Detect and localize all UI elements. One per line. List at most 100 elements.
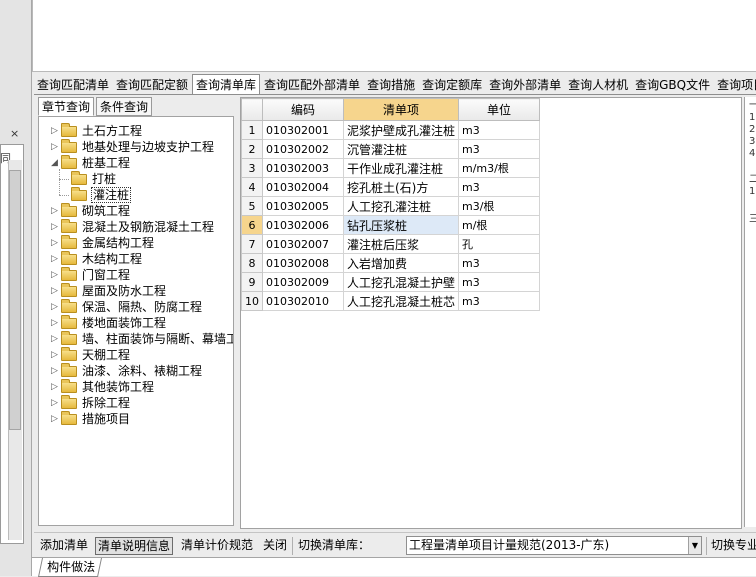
table-row[interactable]: 1 010302001 泥浆护壁成孔灌注桩 m3 <box>241 120 541 140</box>
unit-cell[interactable]: m/根 <box>458 215 541 235</box>
expand-arrow-icon[interactable]: ▷ <box>51 123 60 139</box>
left-panel-scroll-thumb[interactable] <box>9 170 21 430</box>
expand-arrow-icon[interactable]: ▷ <box>51 219 60 235</box>
tree-node-label: 保温、隔热、防腐工程 <box>82 300 203 314</box>
tree-node-label: 木结构工程 <box>82 252 143 266</box>
query-tab[interactable]: 查询外部清单 <box>486 75 564 95</box>
name-cell[interactable]: 泥浆护壁成孔灌注桩 <box>342 120 460 140</box>
tree-node-label: 拆除工程 <box>82 396 131 410</box>
unit-cell[interactable]: m3 <box>458 120 541 140</box>
row-number-cell[interactable]: 6 <box>241 215 263 235</box>
unit-cell[interactable]: m3 <box>458 272 541 292</box>
expand-arrow-icon[interactable]: ▷ <box>51 203 60 219</box>
row-number-cell[interactable]: 4 <box>241 177 263 197</box>
name-column-header[interactable]: 清单项 <box>342 98 460 121</box>
query-tab[interactable]: 查询匹配外部清单 <box>261 75 363 95</box>
close-icon[interactable]: × <box>10 127 19 140</box>
unit-column-header[interactable]: 单位 <box>458 98 541 121</box>
query-tab[interactable]: 查询定额库 <box>419 75 485 95</box>
tab-component-method[interactable]: 构件做法 <box>37 558 103 577</box>
folder-icon <box>61 251 77 265</box>
code-cell[interactable]: 010302006 <box>262 215 344 235</box>
expand-arrow-icon[interactable]: ▷ <box>51 395 60 411</box>
query-tab[interactable]: 查询GBQ文件 <box>632 75 713 95</box>
table-row[interactable]: 5 010302005 人工挖孔灌注桩 m3/根 <box>241 196 541 216</box>
table-row[interactable]: 10 010302010 人工挖孔混凝土桩芯 m3 <box>241 291 541 311</box>
unit-cell[interactable]: m/m3/根 <box>458 158 541 178</box>
tab-component-method-label: 构件做法 <box>47 560 96 574</box>
expand-arrow-icon[interactable]: ▷ <box>51 251 60 267</box>
expand-arrow-icon[interactable]: ▷ <box>51 235 60 251</box>
tab-chapter-search[interactable]: 章节查询 <box>38 97 95 116</box>
name-cell[interactable]: 入岩增加费 <box>342 253 460 273</box>
code-cell[interactable]: 010302001 <box>262 120 344 140</box>
name-cell[interactable]: 人工挖孔混凝土护壁 <box>342 272 460 292</box>
tree-node-label: 油漆、涂料、裱糊工程 <box>82 364 203 378</box>
unit-cell[interactable]: m3 <box>458 177 541 197</box>
code-column-header[interactable]: 编码 <box>262 98 344 121</box>
code-cell[interactable]: 010302003 <box>262 158 344 178</box>
expand-arrow-icon[interactable]: ▷ <box>51 411 60 427</box>
expand-arrow-icon[interactable]: ▷ <box>51 283 60 299</box>
folder-icon <box>61 123 77 137</box>
code-cell[interactable]: 010302007 <box>262 234 344 254</box>
expand-arrow-icon[interactable]: ▷ <box>51 347 60 363</box>
code-cell[interactable]: 010302002 <box>262 139 344 159</box>
table-row[interactable]: 6 010302006 钻孔压浆桩 m/根 <box>241 215 541 235</box>
code-cell[interactable]: 010302009 <box>262 272 344 292</box>
table-row[interactable]: 2 010302002 沉管灌注桩 m3 <box>241 139 541 159</box>
unit-cell[interactable]: m3 <box>458 139 541 159</box>
name-cell[interactable]: 干作业成孔灌注桩 <box>342 158 460 178</box>
table-row[interactable]: 8 010302008 入岩增加费 m3 <box>241 253 541 273</box>
tree-node-label: 屋面及防水工程 <box>82 284 167 298</box>
expand-arrow-icon[interactable]: ▷ <box>51 315 60 331</box>
pricing-spec-button[interactable]: 清单计价规范 <box>181 537 253 555</box>
table-row[interactable]: 7 010302007 灌注桩后压浆孔 <box>241 234 541 254</box>
unit-cell[interactable]: m3 <box>458 291 541 311</box>
query-tab[interactable]: 查询项目特 <box>714 75 756 95</box>
row-number-cell[interactable]: 10 <box>241 291 263 311</box>
expand-arrow-icon[interactable]: ▷ <box>51 299 60 315</box>
row-number-cell[interactable]: 7 <box>241 234 263 254</box>
expand-arrow-icon[interactable]: ▷ <box>51 331 60 347</box>
code-cell[interactable]: 010302005 <box>262 196 344 216</box>
name-cell[interactable]: 挖孔桩土(石)方 <box>342 177 460 197</box>
tab-condition-search[interactable]: 条件查询 <box>96 97 153 116</box>
name-cell[interactable]: 钻孔压浆桩 <box>342 215 460 235</box>
chevron-down-icon[interactable]: ▼ <box>688 537 701 554</box>
code-cell[interactable]: 010302008 <box>262 253 344 273</box>
name-cell[interactable]: 人工挖孔灌注桩 <box>342 196 460 216</box>
expand-arrow-icon[interactable]: ▷ <box>51 267 60 283</box>
bill-item-grid: 编码 清单项 单位 1 010302001 泥浆护壁成孔灌注桩 m3 2 01030200… <box>240 97 742 529</box>
row-number-cell[interactable]: 5 <box>241 196 263 216</box>
row-number-cell[interactable]: 2 <box>241 139 263 159</box>
table-row[interactable]: 4 010302004 挖孔桩土(石)方 m3 <box>241 177 541 197</box>
table-row[interactable]: 3 010302003 干作业成孔灌注桩 m/m3/根 <box>241 158 541 178</box>
query-tab[interactable]: 查询清单库 <box>192 74 261 95</box>
bill-info-button[interactable]: 清单说明信息 <box>95 537 174 555</box>
row-number-cell[interactable]: 3 <box>241 158 263 178</box>
query-tab[interactable]: 查询匹配定额 <box>113 75 191 95</box>
code-cell[interactable]: 010302010 <box>262 291 344 311</box>
name-cell[interactable]: 沉管灌注桩 <box>342 139 460 159</box>
expand-arrow-icon[interactable]: ▷ <box>51 139 60 155</box>
code-cell[interactable]: 010302004 <box>262 177 344 197</box>
unit-cell[interactable]: m3 <box>458 253 541 273</box>
close-button[interactable]: 关闭 <box>263 537 287 555</box>
library-select[interactable]: 工程量清单项目计量规范(2013-广东) ▼ <box>406 536 702 555</box>
unit-cell[interactable]: 孔 <box>458 234 541 254</box>
table-row[interactable]: 9 010302009 人工挖孔混凝土护壁 m3 <box>241 272 541 292</box>
row-number-cell[interactable]: 1 <box>241 120 263 140</box>
query-tab[interactable]: 查询匹配清单 <box>34 75 112 95</box>
description-line: 1 <box>749 112 756 123</box>
name-cell[interactable]: 灌注桩后压浆 <box>342 234 460 254</box>
expand-arrow-icon[interactable]: ▷ <box>51 379 60 395</box>
expand-arrow-icon[interactable]: ▷ <box>51 363 60 379</box>
row-number-cell[interactable]: 8 <box>241 253 263 273</box>
query-tab[interactable]: 查询人材机 <box>565 75 631 95</box>
unit-cell[interactable]: m3/根 <box>458 196 541 216</box>
add-bill-button[interactable]: 添加清单 <box>40 537 88 555</box>
row-number-cell[interactable]: 9 <box>241 272 263 292</box>
name-cell[interactable]: 人工挖孔混凝土桩芯 <box>342 291 460 311</box>
query-tab[interactable]: 查询措施 <box>364 75 418 95</box>
